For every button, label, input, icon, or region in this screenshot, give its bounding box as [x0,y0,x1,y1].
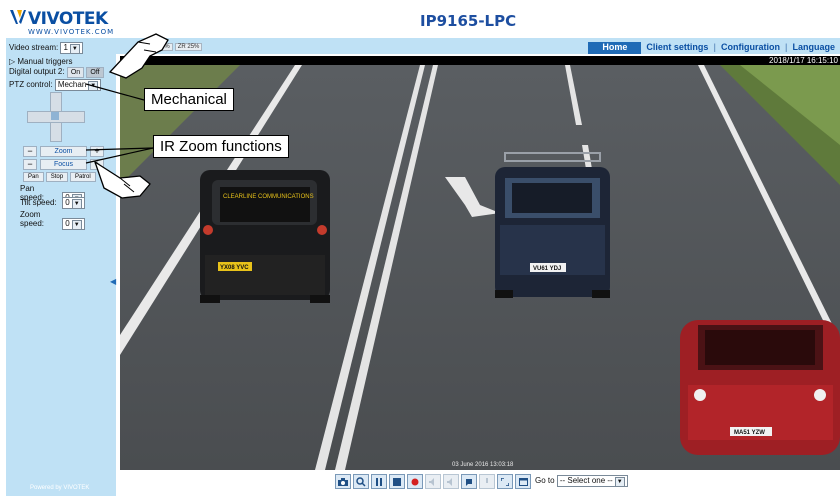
timestamp: 2018/1/17 16:15:10 [769,56,838,65]
home-icon[interactable] [51,112,59,120]
record-button[interactable] [407,474,423,489]
tilt-speed-row: Tilt speed: 0 ▼ [20,197,85,209]
speaker-icon [429,477,434,486]
ptz-control-row: PTZ control: Mechan ▼ [9,79,102,91]
ptz-control-select[interactable]: Mechan ▼ [54,79,102,91]
manual-triggers-row[interactable]: ▷ Manual triggers [9,57,73,66]
road-scene: CLEARLINE COMMUNICATIONS YX08 YVC VU61 Y… [120,65,840,470]
talk-button[interactable] [461,474,477,489]
mic-icon [486,477,488,483]
camera-icon [338,477,348,486]
focus-in-button[interactable]: + [90,159,104,170]
chevron-down-icon: ▼ [88,81,99,91]
digital-output-label: Digital output 2: [9,67,65,76]
logo-url: WWW.VIVOTEK.COM [28,28,115,36]
digital-output-row: Digital output 2: On Off [9,67,104,78]
pause-button[interactable] [371,474,387,489]
page-title: IP9165-LPC [420,12,517,30]
tilt-speed-select[interactable]: 0 ▼ [62,197,85,209]
collapse-sidebar-icon[interactable]: ◀ [110,277,116,286]
zoom-out-button[interactable]: − [23,146,37,157]
vivotek-logo[interactable]: VIVOTEK WWW.VIVOTEK.COM [6,6,116,36]
zoom-label: Zoom [40,146,87,157]
zoom-ratio-25[interactable]: ZR 25% [174,43,203,51]
callout-mechanical: Mechanical [144,88,234,111]
chevron-down-icon: ▼ [69,44,80,54]
suv-plate: VU61 YDJ [533,266,561,272]
digital-zoom-button[interactable] [353,474,369,489]
expand-icon: ▷ [9,57,16,66]
talk-icon [466,478,472,486]
mute-button[interactable] [443,474,459,489]
zoom-speed-select[interactable]: 0 ▼ [62,217,85,230]
zoom-row: − Zoom + [23,146,104,157]
display-mode-button[interactable] [515,474,531,489]
nav-language[interactable]: Language [787,42,840,54]
manual-triggers-label: Manual triggers [17,57,73,66]
goto-select[interactable]: -- Select one -- ▼ [556,475,628,487]
chevron-down-icon: ▼ [71,219,82,230]
ptz-action-buttons: Pan Stop Patrol [23,172,96,182]
mic-button[interactable] [479,474,495,489]
zoom-in-button[interactable]: + [90,146,104,157]
patrol-button[interactable]: Patrol [70,172,96,182]
tilt-speed-label: Tilt speed: [20,198,57,208]
window-icon [518,477,528,486]
stop-icon [393,477,401,486]
ptz-control-label: PTZ control: [9,80,53,90]
pause-icon [376,477,382,486]
focus-out-button[interactable]: − [23,159,37,170]
page: VIVOTEK WWW.VIVOTEK.COM IP9165-LPC ZR 50… [0,0,840,496]
volume-button[interactable] [425,474,441,489]
goto-label: Go to [535,476,555,486]
goto-row: Go to -- Select one -- ▼ [535,475,628,487]
van-sign-text: CLEARLINE COMMUNICATIONS [223,194,314,200]
nav-configuration[interactable]: Configuration [716,42,785,54]
video-stream-row: Video stream: 1 ▼ [9,42,83,54]
ptz-direction-pad[interactable] [27,92,85,142]
pan-button[interactable]: Pan [23,172,44,182]
nav-home[interactable]: Home [588,42,642,54]
video-status-bar [120,56,840,65]
video-caption: 03 June 2016 13:03:18 [452,462,514,468]
digital-output-on-button[interactable]: On [66,67,85,78]
chevron-down-icon: ▼ [614,477,625,487]
powered-by: Powered by VIVOTEK [30,485,90,491]
mute-icon [447,477,452,486]
video-toolbar [335,474,531,489]
nav-client-settings[interactable]: Client settings [641,42,713,54]
vivotek-bird-icon [10,10,26,24]
snapshot-button[interactable] [335,474,351,489]
van-plate: YX08 YVC [220,265,249,271]
record-icon [411,478,419,485]
zoom-speed-label: Zoom speed: [20,210,45,228]
callout-ir-zoom: IR Zoom functions [153,135,289,158]
blue-suv [495,152,610,298]
zoom-speed-row: Zoom speed: 0 ▼ [20,210,85,230]
fullscreen-icon [501,477,509,486]
focus-row: − Focus + [23,159,104,170]
zoom-icon [356,476,366,487]
stop-video-button[interactable] [389,474,405,489]
digital-output-off-button[interactable]: Off [86,67,104,78]
main-nav: Home Client settings | Configuration | L… [588,42,840,54]
focus-label: Focus [40,159,87,170]
video-stream-label: Video stream: [9,43,59,53]
zoom-ratio-50[interactable]: ZR 50% [145,43,173,51]
stop-button[interactable]: Stop [45,172,69,182]
red-car-plate: MA51 YZW [734,430,765,436]
black-van [200,170,330,303]
live-video[interactable]: CLEARLINE COMMUNICATIONS YX08 YVC VU61 Y… [120,65,840,470]
chevron-down-icon: ▼ [71,199,82,209]
video-stream-select[interactable]: 1 ▼ [60,42,83,54]
fullscreen-button[interactable] [497,474,513,489]
zoom-ratio-labels: ZR 50% ZR 25% [145,43,203,51]
logo-text: VIVOTEK [28,9,108,29]
